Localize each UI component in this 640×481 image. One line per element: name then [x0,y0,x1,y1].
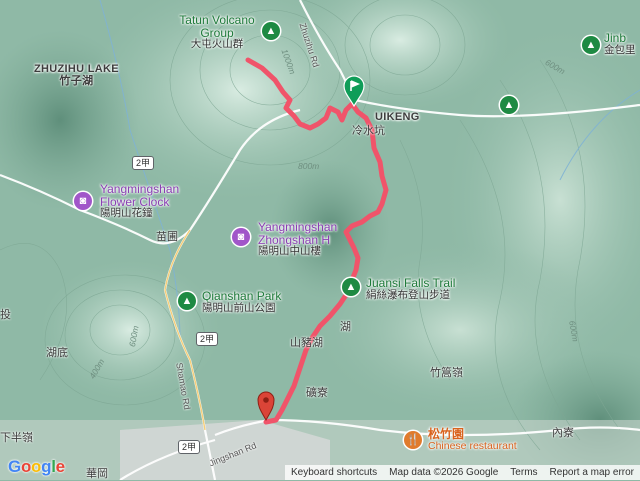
miaopu-label: 苗圃 [156,231,178,243]
qianshan-park-label[interactable]: Qianshan Park 陽明山前山公園 [202,290,281,314]
lengshuikeng-zh-label: 冷水坑 [352,125,385,137]
route-badge-3: 2甲 [178,440,201,454]
zhuzihu-lake-label: ZHUZIHU LAKE 竹子湖 [34,63,119,87]
park-icon-2[interactable]: ▲ [178,292,196,310]
shanzhuhu-label-2: 湖 [340,321,351,333]
juansi-falls-label[interactable]: Juansi Falls Trail 絹絲瀑布登山步道 [366,277,455,301]
attribution-bar: Keyboard shortcuts Map data ©2026 Google… [285,465,640,480]
report-error-link[interactable]: Report a map error [550,467,634,478]
camera-icon[interactable]: ◙ [74,192,92,210]
neiliao-label: 內寮 [552,427,574,439]
zhuzihu-lake-en: ZHUZIHU LAKE [34,63,119,75]
map-data-text: Map data ©2026 Google [389,467,499,478]
flower-clock-label[interactable]: Yangmingshan Flower Clock 陽明山花鐘 [100,183,179,219]
restaurant-zh: 松竹園 [428,427,465,441]
zhuzaishan-label: 竹篙嶺 [430,367,463,379]
camera-icon-2[interactable]: ◙ [232,228,250,246]
lengshuikeng-label: UIKENG [375,111,420,123]
huagang-label: 華岡 [86,468,108,480]
route-badge: 2甲 [132,156,155,170]
juansi-en: Juansi Falls Trail [366,276,456,290]
trail-icon[interactable]: ▲ [342,278,360,296]
flower-clock-line1: Yangmingshan [100,182,180,196]
zhongshan-line1: Yangmingshan [258,220,338,234]
route-badge-2: 2甲 [196,332,219,346]
jinbao-en: Jinb [604,31,627,45]
tatun-volcano-label[interactable]: Tatun Volcano Group 大屯火山群 [162,14,272,50]
qianshan-en: Qianshan Park [202,289,282,303]
jinbao-zh: 金包里 [604,43,636,56]
google-logo: Google [8,457,65,476]
hudi-label: 湖底 [46,347,68,359]
xiabanling-label: 下半嶺 [0,432,33,444]
contour-label-800: 800m [298,161,320,171]
kuangliao-label: 礦寮 [306,387,328,399]
tou-label: 投 [0,309,11,321]
park-icon[interactable]: ▲ [262,22,280,40]
zhuzihu-lake-zh: 竹子湖 [59,74,94,87]
flower-clock-zh: 陽明山花鐘 [100,207,153,220]
zhongshan-zh: 陽明山中山樓 [258,245,321,258]
terms-link[interactable]: Terms [510,467,537,478]
park-icon-3[interactable]: ▲ [582,36,600,54]
tatun-label-zh: 大屯火山群 [190,38,244,51]
zhongshan-hall-label[interactable]: Yangmingshan Zhongshan H 陽明山中山樓 [258,221,337,257]
tatun-label-line1: Tatun Volcano [179,13,255,27]
jinbao-label[interactable]: Jinb 金包里 [604,32,636,56]
keyboard-shortcuts-link[interactable]: Keyboard shortcuts [291,467,377,478]
shanzhuhu-label: 山豬湖 [290,337,323,349]
qianshan-zh: 陽明山前山公園 [202,301,276,314]
juansi-zh: 絹絲瀑布登山步道 [366,288,450,301]
restaurant-icon[interactable]: 🍴 [404,431,422,449]
restaurant-label[interactable]: 松竹園 Chinese restaurant [428,428,517,452]
restaurant-en: Chinese restaurant [428,439,517,452]
park-icon-4[interactable]: ▲ [500,96,518,114]
